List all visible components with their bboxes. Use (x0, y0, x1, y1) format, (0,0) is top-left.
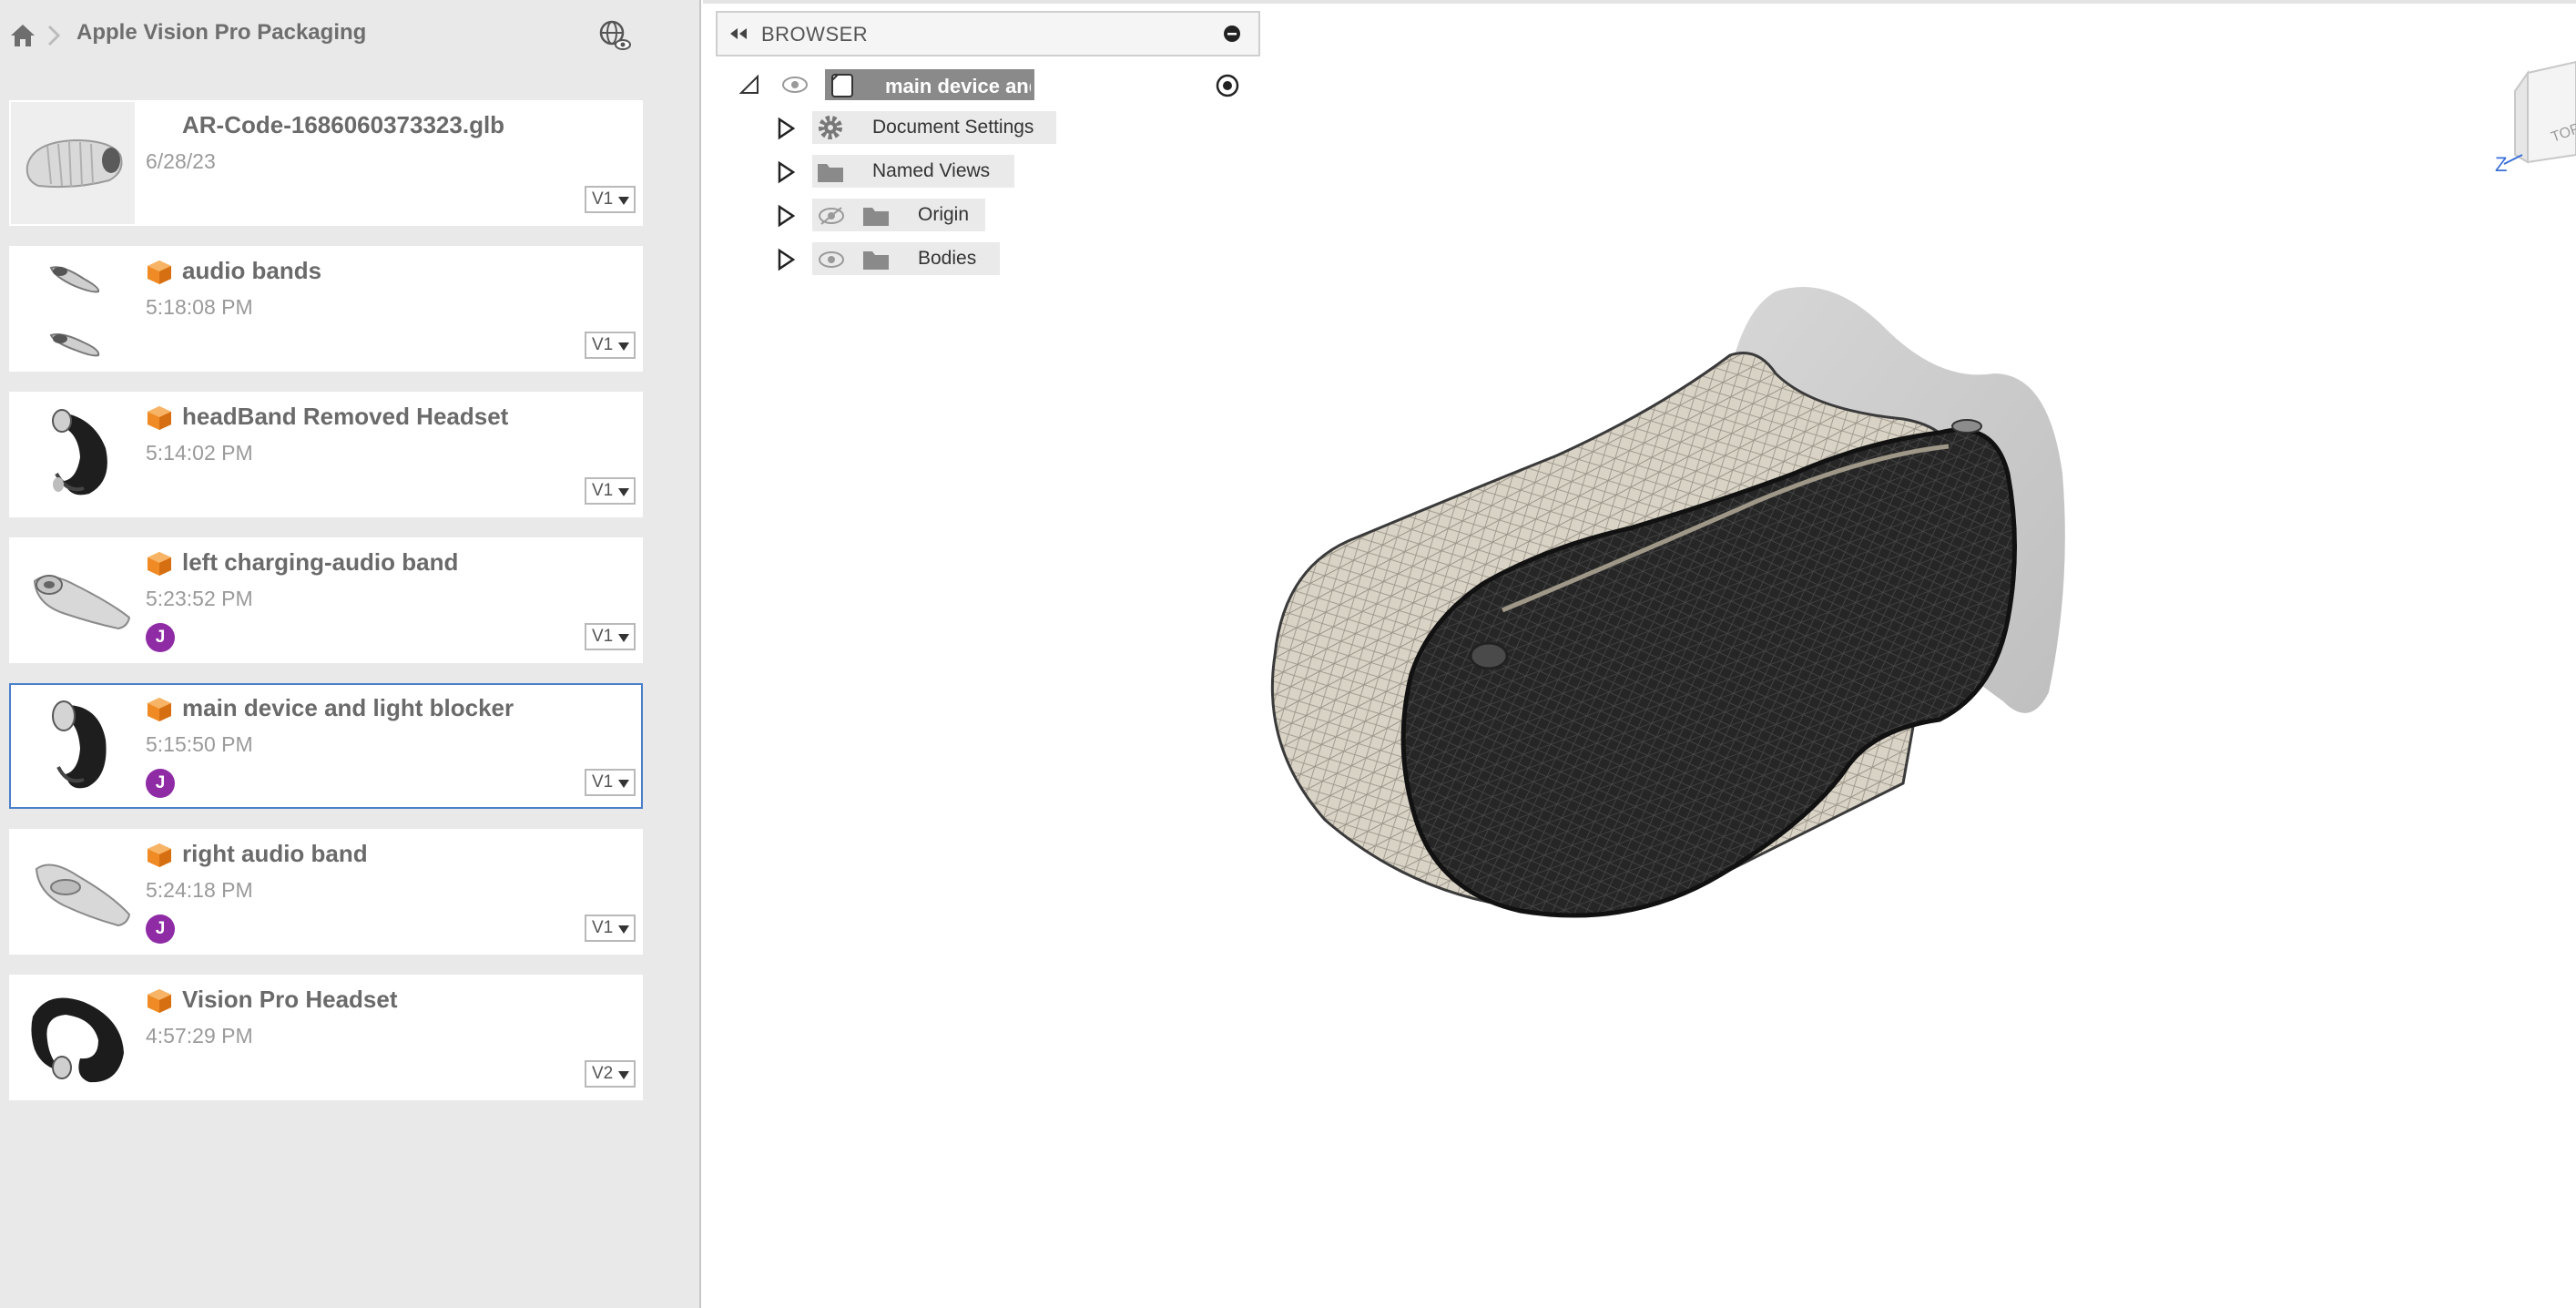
browser-panel-header[interactable]: BROWSER (716, 11, 1260, 56)
home-icon[interactable] (9, 23, 36, 48)
collapse-triangle-icon[interactable] (738, 73, 761, 97)
file-card[interactable]: left charging-audio band 5:23:52 PM J V1 (9, 537, 643, 663)
browser-root-node[interactable]: main device and light blocker... (738, 67, 1257, 104)
project-title[interactable]: Apple Vision Pro Packaging (76, 20, 366, 46)
expand-arrow-icon[interactable] (776, 248, 796, 271)
component-icon (831, 74, 853, 97)
file-time: 5:23:52 PM (146, 587, 253, 610)
root-label: main device and light blocker... (885, 75, 1031, 97)
z-axis-label: Z (2495, 153, 2507, 176)
file-name: left charging-audio band (182, 548, 459, 576)
version-label: V1 (592, 772, 614, 792)
file-thumbnail (11, 831, 135, 953)
tree-node-named-views[interactable]: Named Views (776, 153, 1067, 189)
file-card-selected[interactable]: main device and light blocker 5:15:50 PM… (9, 683, 643, 809)
node-label: Origin (918, 204, 970, 225)
version-dropdown[interactable]: V1 (585, 769, 636, 796)
version-label: V1 (592, 189, 614, 209)
globe-eye-icon[interactable] (597, 18, 632, 53)
file-card[interactable]: audio bands 5:18:08 PM V1 (9, 246, 643, 372)
file-time: 5:14:02 PM (146, 441, 253, 465)
activate-radio-icon[interactable] (1215, 73, 1240, 98)
file-time: 5:18:08 PM (146, 295, 253, 319)
file-name: right audio band (182, 840, 368, 867)
file-thumbnail (11, 393, 135, 516)
folder-icon (863, 251, 889, 270)
folder-icon (863, 208, 889, 226)
folder-icon (818, 164, 843, 182)
version-label: V2 (592, 1064, 614, 1083)
version-label: V1 (592, 335, 614, 354)
tree-node-origin[interactable]: Origin (776, 197, 1067, 233)
file-card[interactable]: right audio band 5:24:18 PM J V1 (9, 829, 643, 955)
cube-icon (148, 698, 171, 721)
cube-icon (148, 261, 171, 284)
file-card[interactable]: headBand Removed Headset 5:14:02 PM V1 (9, 392, 643, 517)
eye-hidden-icon[interactable] (818, 206, 845, 226)
file-time: 4:57:29 PM (146, 1024, 253, 1047)
viewport-top-border (703, 0, 2576, 4)
caret-down-icon (618, 197, 629, 205)
collapse-left-icon[interactable] (728, 26, 748, 42)
node-label: Bodies (918, 248, 977, 269)
version-dropdown[interactable]: V1 (585, 623, 636, 650)
caret-down-icon (618, 1071, 629, 1079)
file-thumbnail (11, 539, 135, 661)
version-dropdown[interactable]: V1 (585, 915, 636, 942)
user-avatar[interactable]: J (146, 915, 175, 944)
file-name: main device and light blocker (182, 694, 514, 721)
file-name: AR-Code-1686060373323.glb (182, 111, 505, 138)
user-avatar[interactable]: J (146, 623, 175, 652)
headset-3d-model[interactable] (1247, 273, 2113, 984)
cube-icon (148, 552, 171, 576)
version-dropdown[interactable]: V1 (585, 477, 636, 505)
file-thumbnail (11, 102, 135, 224)
cube-icon (148, 843, 171, 867)
node-label: Document Settings (872, 117, 1034, 138)
version-label: V1 (592, 481, 614, 500)
file-thumbnail (11, 685, 135, 807)
user-avatar[interactable]: J (146, 769, 175, 798)
caret-down-icon (618, 342, 629, 351)
data-panel: Apple Vision Pro Packaging AR-Code-16860… (0, 0, 701, 1308)
file-card[interactable]: AR-Code-1686060373323.glb 6/28/23 V1 (9, 100, 643, 226)
version-label: V1 (592, 627, 614, 646)
gear-icon (819, 116, 842, 139)
file-date: 6/28/23 (146, 149, 216, 173)
cube-icon (148, 406, 171, 430)
cube-icon (148, 989, 171, 1013)
eye-icon[interactable] (818, 250, 845, 270)
file-name: headBand Removed Headset (182, 403, 509, 430)
file-thumbnail (11, 248, 135, 370)
caret-down-icon (618, 925, 629, 934)
file-card[interactable]: Vision Pro Headset 4:57:29 PM V2 (9, 975, 643, 1100)
caret-down-icon (618, 488, 629, 496)
expand-arrow-icon[interactable] (776, 204, 796, 228)
version-dropdown[interactable]: V1 (585, 186, 636, 213)
file-time: 5:15:50 PM (146, 732, 253, 756)
file-time: 5:24:18 PM (146, 878, 253, 902)
caret-down-icon (618, 780, 629, 788)
version-label: V1 (592, 918, 614, 937)
version-dropdown[interactable]: V1 (585, 332, 636, 359)
tree-node-document-settings[interactable]: Document Settings (776, 109, 1067, 146)
file-name: Vision Pro Headset (182, 986, 398, 1013)
expand-arrow-icon[interactable] (776, 160, 796, 184)
chevron-right-icon (47, 25, 61, 46)
file-thumbnail (11, 976, 135, 1099)
file-name: audio bands (182, 257, 322, 284)
tree-node-bodies[interactable]: Bodies (776, 240, 1067, 277)
caret-down-icon (618, 634, 629, 642)
browser-title: BROWSER (761, 23, 869, 46)
eye-icon[interactable] (781, 75, 809, 95)
node-label: Named Views (872, 160, 991, 181)
viewcube[interactable]: TOP Z (2495, 55, 2576, 182)
version-dropdown[interactable]: V2 (585, 1060, 636, 1088)
minimize-icon[interactable] (1222, 24, 1242, 44)
breadcrumb: Apple Vision Pro Packaging (0, 0, 701, 69)
expand-arrow-icon[interactable] (776, 117, 796, 140)
